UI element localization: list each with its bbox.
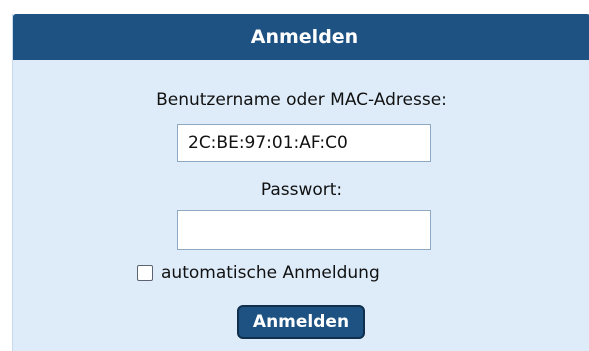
login-title: Anmelden [250,26,359,48]
auto-login-label: automatische Anmeldung [161,263,380,283]
login-button[interactable]: Anmelden [237,305,365,339]
login-header: Anmelden [13,14,589,60]
login-panel: Anmelden Benutzername oder MAC-Adresse: … [12,14,589,351]
username-input[interactable] [177,124,431,162]
auto-login-option[interactable]: automatische Anmeldung [137,262,380,284]
auto-login-checkbox[interactable] [137,265,153,281]
password-label: Passwort: [260,180,343,200]
password-input[interactable] [177,210,431,250]
username-label: Benutzername oder MAC-Adresse: [156,90,447,110]
